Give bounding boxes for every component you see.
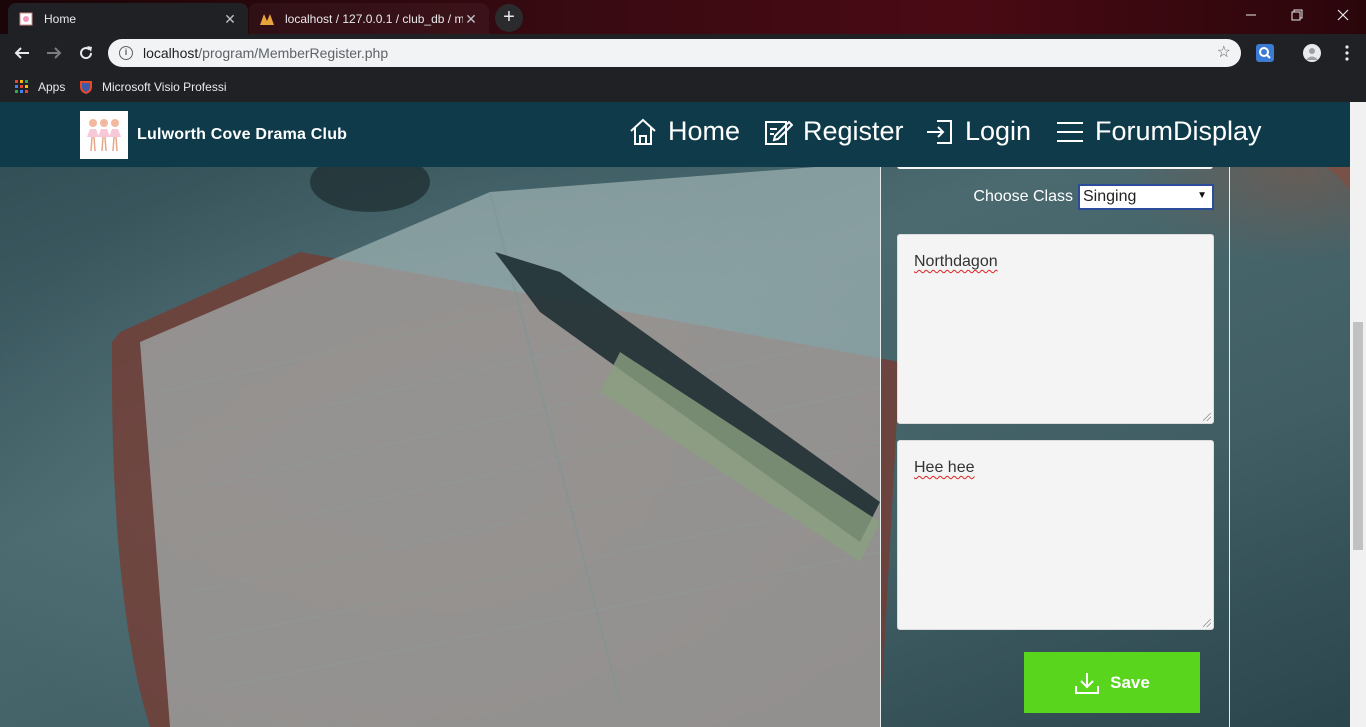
address-textarea[interactable]: Northdagon: [897, 234, 1214, 424]
dropdown-arrow-icon: ▼: [1197, 190, 1207, 201]
tab-home[interactable]: Home ✕: [8, 3, 248, 34]
class-select[interactable]: Singing ▼: [1078, 184, 1214, 210]
site-navbar: Lulworth Cove Drama Club Home Register L…: [0, 102, 1350, 167]
tab-close-icon[interactable]: ✕: [222, 11, 238, 27]
resize-grip-icon[interactable]: [1203, 619, 1211, 627]
save-label: Save: [1110, 672, 1150, 692]
save-button[interactable]: Save: [1024, 652, 1200, 713]
nav-label: Login: [965, 116, 1032, 146]
site-info-icon[interactable]: i: [119, 46, 133, 60]
page-viewport: Lulworth Cove Drama Club Home Register L…: [0, 102, 1350, 727]
resize-grip-icon[interactable]: [1203, 413, 1211, 421]
home-icon: [630, 118, 656, 145]
address-bar[interactable]: i localhost/program/MemberRegister.php ☆: [108, 39, 1241, 67]
new-tab-button[interactable]: +: [495, 4, 523, 32]
bookmarks-bar: Apps Microsoft Visio Professi: [0, 72, 1366, 102]
forward-arrow-icon[interactable]: [41, 40, 67, 66]
login-icon: [927, 119, 952, 144]
scrollbar-thumb[interactable]: [1353, 322, 1363, 550]
phpmyadmin-icon: [259, 11, 275, 27]
visio-shield-icon: [78, 79, 94, 95]
close-window-icon[interactable]: [1320, 0, 1366, 30]
nav-login[interactable]: Login: [925, 116, 1031, 147]
nav-home[interactable]: Home: [628, 116, 740, 147]
tab-phpmyadmin[interactable]: localhost / 127.0.0.1 / club_db / me ✕: [249, 3, 489, 34]
bookmark-apps[interactable]: Apps: [14, 78, 65, 96]
tab-close-icon[interactable]: ✕: [463, 11, 479, 27]
url-path: /program/MemberRegister.php: [198, 45, 389, 61]
apps-grid-icon: [14, 79, 30, 95]
browser-titlebar: Home ✕ localhost / 127.0.0.1 / club_db /…: [0, 0, 1366, 34]
bookmark-label: Microsoft Visio Professi: [102, 80, 227, 94]
nav-label: ForumDisplay: [1095, 116, 1262, 146]
nav-forumdisplay[interactable]: ForumDisplay: [1055, 116, 1262, 147]
comment-textarea[interactable]: Hee hee: [897, 440, 1214, 630]
edit-icon: [765, 120, 793, 145]
site-brand[interactable]: Lulworth Cove Drama Club: [80, 111, 347, 159]
menu-icon: [1057, 121, 1083, 142]
nav-label: Register: [803, 116, 904, 146]
tab-title: Home: [44, 11, 77, 26]
download-icon: [1075, 672, 1100, 694]
minimize-icon[interactable]: [1228, 0, 1274, 30]
tab-title: localhost / 127.0.0.1 / club_db / me: [285, 11, 463, 26]
page-favicon-icon: [18, 11, 34, 27]
bookmark-label: Apps: [38, 80, 66, 94]
site-title: Lulworth Cove Drama Club: [137, 126, 348, 143]
address-text: Northdagon: [914, 253, 998, 270]
comment-text: Hee hee: [914, 459, 975, 476]
restore-icon[interactable]: [1274, 0, 1320, 30]
class-select-value: Singing: [1083, 188, 1137, 205]
back-arrow-icon[interactable]: [9, 40, 35, 66]
register-form: Choose Class Singing ▼ Northdagon Hee he…: [880, 163, 1230, 727]
nav-register[interactable]: Register: [763, 116, 904, 147]
more-menu-icon[interactable]: [1334, 40, 1360, 66]
extension-search-icon[interactable]: [1256, 44, 1274, 62]
ballerina-logo-icon: [80, 111, 128, 159]
page-scrollbar[interactable]: [1350, 102, 1366, 727]
reload-icon[interactable]: [73, 40, 99, 66]
profile-avatar-icon[interactable]: [1303, 44, 1321, 62]
choose-class-row: Choose Class Singing ▼: [881, 184, 1214, 210]
nav-label: Home: [668, 116, 741, 146]
url-host: localhost: [143, 45, 199, 61]
choose-class-label: Choose Class: [973, 188, 1073, 205]
bookmark-star-icon[interactable]: ☆: [1217, 44, 1231, 62]
browser-toolbar: i localhost/program/MemberRegister.php ☆: [0, 34, 1366, 72]
bookmark-visio[interactable]: Microsoft Visio Professi: [78, 78, 226, 96]
